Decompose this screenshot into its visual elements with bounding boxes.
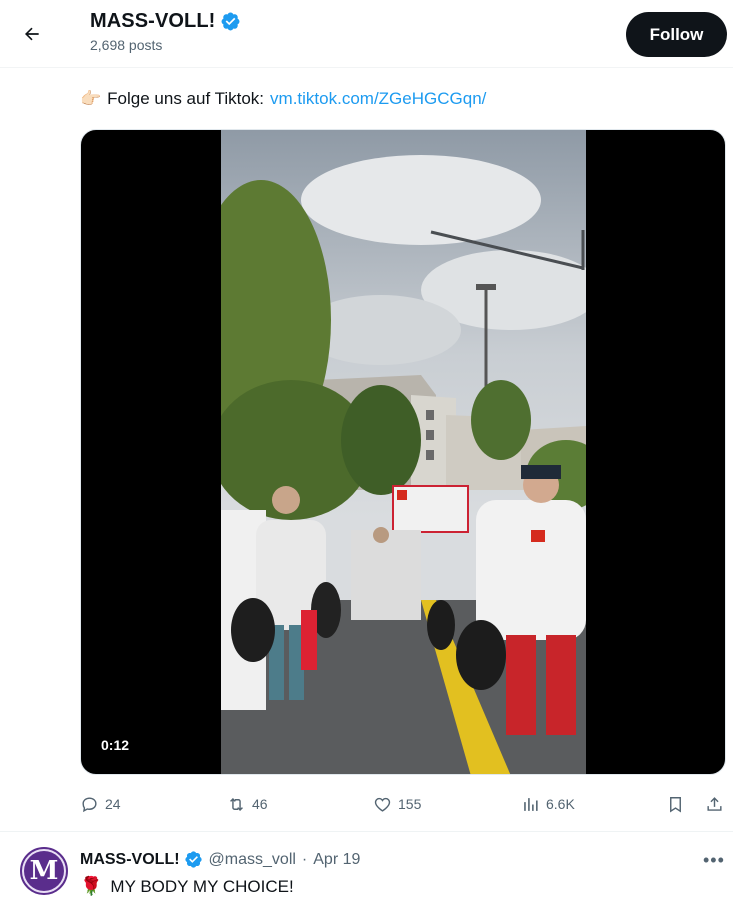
share-button[interactable] xyxy=(705,790,724,818)
page-title: MASS-VOLL! xyxy=(90,10,216,32)
video-still-image xyxy=(221,130,586,774)
reply-button[interactable]: 24 xyxy=(80,790,121,818)
next-tweet[interactable]: M MASS-VOLL! @mass_voll · Apr 19 ••• 🌹 M… xyxy=(0,832,733,919)
video-frame[interactable] xyxy=(221,130,586,774)
next-tweet-body: MY BODY MY CHOICE! xyxy=(110,876,294,896)
tiktok-link[interactable]: vm.tiktok.com/ZGeHGCGqn/ xyxy=(270,89,486,109)
reply-count: 24 xyxy=(105,796,121,812)
pointing-hand-emoji: 👉🏻 xyxy=(80,89,102,108)
header-title-block: MASS-VOLL! 2,698 posts xyxy=(90,10,241,53)
tweet-text-prefix: Folge uns auf Tiktok: xyxy=(107,89,265,108)
tweet-actions: 24 46 155 6.6K xyxy=(80,790,730,820)
author-handle[interactable]: @mass_voll xyxy=(209,851,296,869)
avatar-letter: M xyxy=(24,851,64,891)
repost-button[interactable]: 46 xyxy=(227,790,268,818)
share-icon xyxy=(707,796,722,811)
bookmark-button[interactable] xyxy=(666,790,685,818)
analytics-icon xyxy=(524,797,538,811)
reply-icon xyxy=(82,796,97,812)
follow-button[interactable]: Follow xyxy=(626,12,727,57)
rose-emoji: 🌹 xyxy=(80,876,103,896)
arrow-left-icon xyxy=(25,27,39,41)
heart-icon xyxy=(374,797,391,812)
tweet-date[interactable]: Apr 19 xyxy=(313,851,360,869)
verified-badge-icon xyxy=(221,12,240,31)
video-player[interactable]: 0:12 xyxy=(80,129,726,775)
tweet-text: 👉🏻 Folge uns auf Tiktok: vm.tiktok.com/Z… xyxy=(80,89,486,109)
like-count: 155 xyxy=(398,796,422,812)
author-name[interactable]: MASS-VOLL! xyxy=(80,851,180,869)
avatar[interactable]: M xyxy=(20,847,68,895)
meta-separator: · xyxy=(301,850,308,868)
bookmark-icon xyxy=(670,796,681,813)
next-tweet-header: MASS-VOLL! @mass_voll · Apr 19 xyxy=(80,850,360,869)
back-button[interactable] xyxy=(14,16,50,52)
views-count: 6.6K xyxy=(546,796,575,812)
post-count: 2,698 posts xyxy=(90,37,163,53)
video-timestamp: 0:12 xyxy=(93,734,138,756)
verified-badge-icon xyxy=(184,851,202,868)
next-tweet-text: 🌹 MY BODY MY CHOICE! xyxy=(80,876,294,897)
like-button[interactable]: 155 xyxy=(373,790,421,818)
profile-header: MASS-VOLL! 2,698 posts Follow xyxy=(0,0,733,68)
repost-icon xyxy=(230,797,243,811)
more-options-icon[interactable]: ••• xyxy=(703,850,725,871)
views-button[interactable]: 6.6K xyxy=(521,790,575,818)
repost-count: 46 xyxy=(252,796,268,812)
